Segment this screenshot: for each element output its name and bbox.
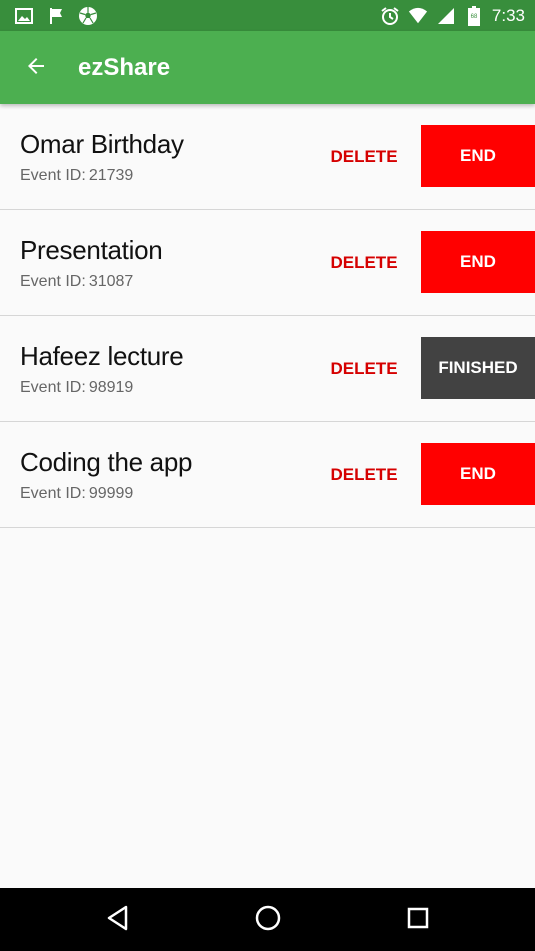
- delete-button[interactable]: DELETE: [322, 142, 406, 172]
- arrow-back-icon: [24, 54, 48, 83]
- recents-square-icon: [407, 907, 429, 934]
- back-button[interactable]: [16, 50, 56, 86]
- list-item: Presentation Event ID: 31087 DELETE END: [0, 210, 535, 316]
- event-title: Omar Birthday: [20, 129, 184, 159]
- event-title: Presentation: [20, 235, 163, 265]
- back-triangle-icon: [106, 905, 130, 936]
- event-id-value: 21739: [88, 167, 134, 184]
- end-button[interactable]: END: [421, 443, 535, 505]
- event-list: Omar Birthday Event ID: 21739 DELETE END …: [0, 104, 535, 528]
- list-item: Omar Birthday Event ID: 21739 DELETE END: [0, 104, 535, 210]
- delete-button[interactable]: DELETE: [322, 248, 406, 278]
- delete-button[interactable]: DELETE: [322, 354, 406, 384]
- battery-icon: 68: [464, 6, 484, 26]
- status-bar-system: 68 7:33: [380, 4, 525, 28]
- signal-icon: [436, 6, 456, 26]
- event-id-line: Event ID: 31087: [20, 273, 133, 291]
- event-title: Hafeez lecture: [20, 341, 184, 371]
- event-id-label: Event ID:: [20, 167, 86, 184]
- event-id-value: 98919: [88, 379, 134, 396]
- nav-home-button[interactable]: [250, 902, 286, 938]
- image-icon: [14, 6, 34, 26]
- end-button[interactable]: END: [421, 231, 535, 293]
- nav-recents-button[interactable]: [400, 902, 436, 938]
- event-id-value: 31087: [88, 273, 134, 290]
- svg-text:68: 68: [471, 14, 478, 20]
- status-bar: 68 7:33: [0, 0, 535, 31]
- app-title: ezShare: [78, 54, 171, 81]
- home-circle-icon: [255, 905, 281, 936]
- event-id-line: Event ID: 21739: [20, 167, 133, 185]
- event-title: Coding the app: [20, 447, 193, 477]
- event-id-label: Event ID:: [20, 273, 86, 290]
- event-id-label: Event ID:: [20, 485, 86, 502]
- alarm-icon: [380, 6, 400, 26]
- soccer-ball-icon: [78, 6, 98, 26]
- system-nav-bar: [0, 888, 535, 951]
- end-button[interactable]: END: [421, 125, 535, 187]
- list-item: Coding the app Event ID: 99999 DELETE END: [0, 422, 535, 528]
- event-id-line: Event ID: 99999: [20, 485, 133, 503]
- list-item: Hafeez lecture Event ID: 98919 DELETE FIN…: [0, 316, 535, 422]
- app-bar: ezShare: [0, 31, 535, 104]
- status-bar-notifications: [14, 6, 98, 26]
- event-id-label: Event ID:: [20, 379, 86, 396]
- status-time: 7:33: [491, 6, 525, 25]
- delete-button[interactable]: DELETE: [322, 460, 406, 490]
- wifi-icon: [408, 6, 428, 26]
- nav-back-button[interactable]: [100, 902, 136, 938]
- finished-button[interactable]: FINISHED: [421, 337, 535, 399]
- flag-icon: [46, 6, 66, 26]
- event-id-line: Event ID: 98919: [20, 379, 133, 397]
- event-id-value: 99999: [88, 485, 134, 502]
